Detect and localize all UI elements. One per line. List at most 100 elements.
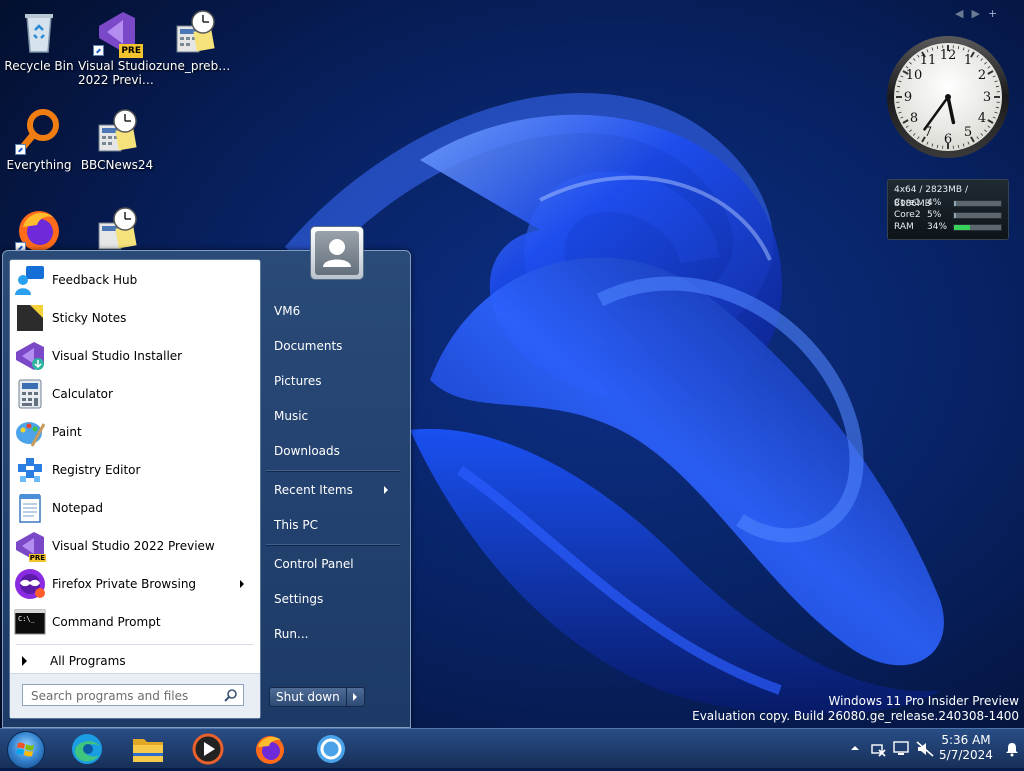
right-item-label: Documents [274,339,342,353]
calculator-clock-icon [93,205,141,253]
folder-icon [128,731,168,767]
pre-badge: PRE [119,44,143,58]
program-label: Registry Editor [52,463,140,477]
svg-text:8: 8 [910,111,918,126]
network-error-icon[interactable] [870,741,886,757]
program-visual-studio-installer[interactable]: Visual Studio Installer [14,338,254,374]
windows-logo-icon [8,732,44,768]
calculator-icon [14,378,46,410]
clock-time: 5:36 AM [938,733,994,748]
submenu-arrow-icon [384,486,388,494]
desktop-icon-everything[interactable]: Everything [0,107,78,172]
desktop-icon-label: 2022 Preview [78,73,156,87]
cpu-meter-gadget[interactable]: 4x64 / 2823MB / 8186MB Core1 4% Core2 5%… [887,179,1009,240]
start-button[interactable] [7,731,45,769]
desktop-icon-label: Visual Studio [78,59,156,73]
gadget-add-icon[interactable]: + [988,7,1005,20]
program-label: Visual Studio 2022 Preview [52,539,215,553]
media-player-icon [188,731,228,767]
all-programs-arrow-icon [22,656,27,666]
right-item-label: Downloads [274,444,340,458]
display-icon[interactable] [892,740,910,758]
shutdown-group: Shut down [269,687,365,707]
notification-bell-icon[interactable] [1004,741,1020,757]
program-calculator[interactable]: Calculator [14,376,254,412]
right-item-control-panel[interactable]: Control Panel [266,550,400,578]
registry-editor-icon [14,454,46,486]
search-icon[interactable] [224,688,238,702]
firefox-icon [15,205,63,253]
program-command-prompt[interactable]: C:\_ Command Prompt [14,604,254,640]
analog-clock-gadget[interactable]: 12123 4567 891011 [886,33,1010,161]
calculator-clock-icon [93,107,141,155]
desktop-icon-recycle-bin[interactable]: Recycle Bin [0,8,78,73]
volume-muted-icon[interactable] [916,740,934,758]
shutdown-options-button[interactable] [347,687,365,707]
desktop-icon-label: zune_prebui... [156,59,234,73]
pre-badge: PRE [29,554,46,562]
taskbar-file-explorer[interactable] [128,731,168,767]
gadget-next-icon[interactable]: ▶ [971,7,987,20]
desktop-icon-bbcnews24[interactable]: BBCNews24 [78,107,156,172]
shutdown-button[interactable]: Shut down [269,687,347,707]
svg-text:2: 2 [978,68,986,83]
right-item-documents[interactable]: Documents [266,332,400,360]
program-firefox-private-browsing[interactable]: Firefox Private Browsing [14,566,254,602]
right-item-this-pc[interactable]: This PC [266,511,400,539]
svg-text:9: 9 [904,90,912,105]
program-visual-studio-2022-preview[interactable]: PRE Visual Studio 2022 Preview [14,528,254,564]
gadget-prev-icon[interactable]: ◀ [955,7,971,20]
desktop-icon-firefox[interactable] [0,205,78,256]
right-item-user-folder[interactable]: VM6 [266,297,400,325]
program-label: Calculator [52,387,113,401]
right-item-run[interactable]: Run... [266,620,400,648]
all-programs-button[interactable]: All Programs [14,650,254,672]
taskbar-firefox[interactable] [250,731,290,767]
meter-percent: 34% [927,222,953,232]
search-input[interactable] [29,686,223,706]
search-box[interactable] [22,684,244,706]
watermark-line2: Evaluation copy. Build 26080.ge_release.… [692,709,1019,724]
user-picture[interactable] [310,226,364,280]
program-label: Firefox Private Browsing [52,577,196,591]
desktop-icon-label: BBCNews24 [78,158,156,172]
meter-label: Core1 [894,198,927,208]
program-registry-editor[interactable]: Registry Editor [14,452,254,488]
paint-palette-icon [14,416,46,448]
meter-bar [953,200,1002,207]
program-notepad[interactable]: Notepad [14,490,254,526]
notepad-icon [14,492,46,524]
program-feedback-hub[interactable]: Feedback Hub [14,262,254,298]
right-divider [266,470,400,472]
right-item-recent-items[interactable]: Recent Items [266,476,400,504]
right-item-settings[interactable]: Settings [266,585,400,613]
right-item-pictures[interactable]: Pictures [266,367,400,395]
system-tray: 5:36 AM 5/7/2024 [844,729,1024,769]
taskbar-clock[interactable]: 5:36 AM 5/7/2024 [938,733,994,763]
evaluation-watermark: Windows 11 Pro Insider Preview Evaluatio… [692,694,1019,724]
visual-studio-icon: PRE [93,8,141,56]
program-paint[interactable]: Paint [14,414,254,450]
meter-row-core1: Core1 4% [894,197,1002,209]
taskbar-media-player[interactable] [188,731,228,767]
meter-fill [954,225,970,230]
svg-text:5: 5 [964,125,972,140]
everything-search-icon [15,107,63,155]
gadget-nav[interactable]: ◀▶+ [955,7,1005,20]
edge-icon [67,731,107,767]
program-label: Feedback Hub [52,273,137,287]
right-item-downloads[interactable]: Downloads [266,437,400,465]
desktop-icon-zune-prebuilt[interactable]: zune_prebui... [156,8,234,73]
command-prompt-icon: C:\_ [14,606,46,638]
desktop-icon-calc-clock[interactable] [78,205,156,256]
desktop-icon-visual-studio-preview[interactable]: PRE Visual Studio 2022 Preview [78,8,156,87]
program-label: Command Prompt [52,615,161,629]
taskbar-circle-app[interactable] [311,731,351,767]
tray-overflow-chevron-icon[interactable] [850,743,860,753]
program-sticky-notes[interactable]: Sticky Notes [14,300,254,336]
circle-app-icon [311,731,351,767]
taskbar-edge[interactable] [67,731,107,767]
right-item-music[interactable]: Music [266,402,400,430]
program-label: Paint [52,425,82,439]
submenu-arrow-icon [240,580,244,588]
